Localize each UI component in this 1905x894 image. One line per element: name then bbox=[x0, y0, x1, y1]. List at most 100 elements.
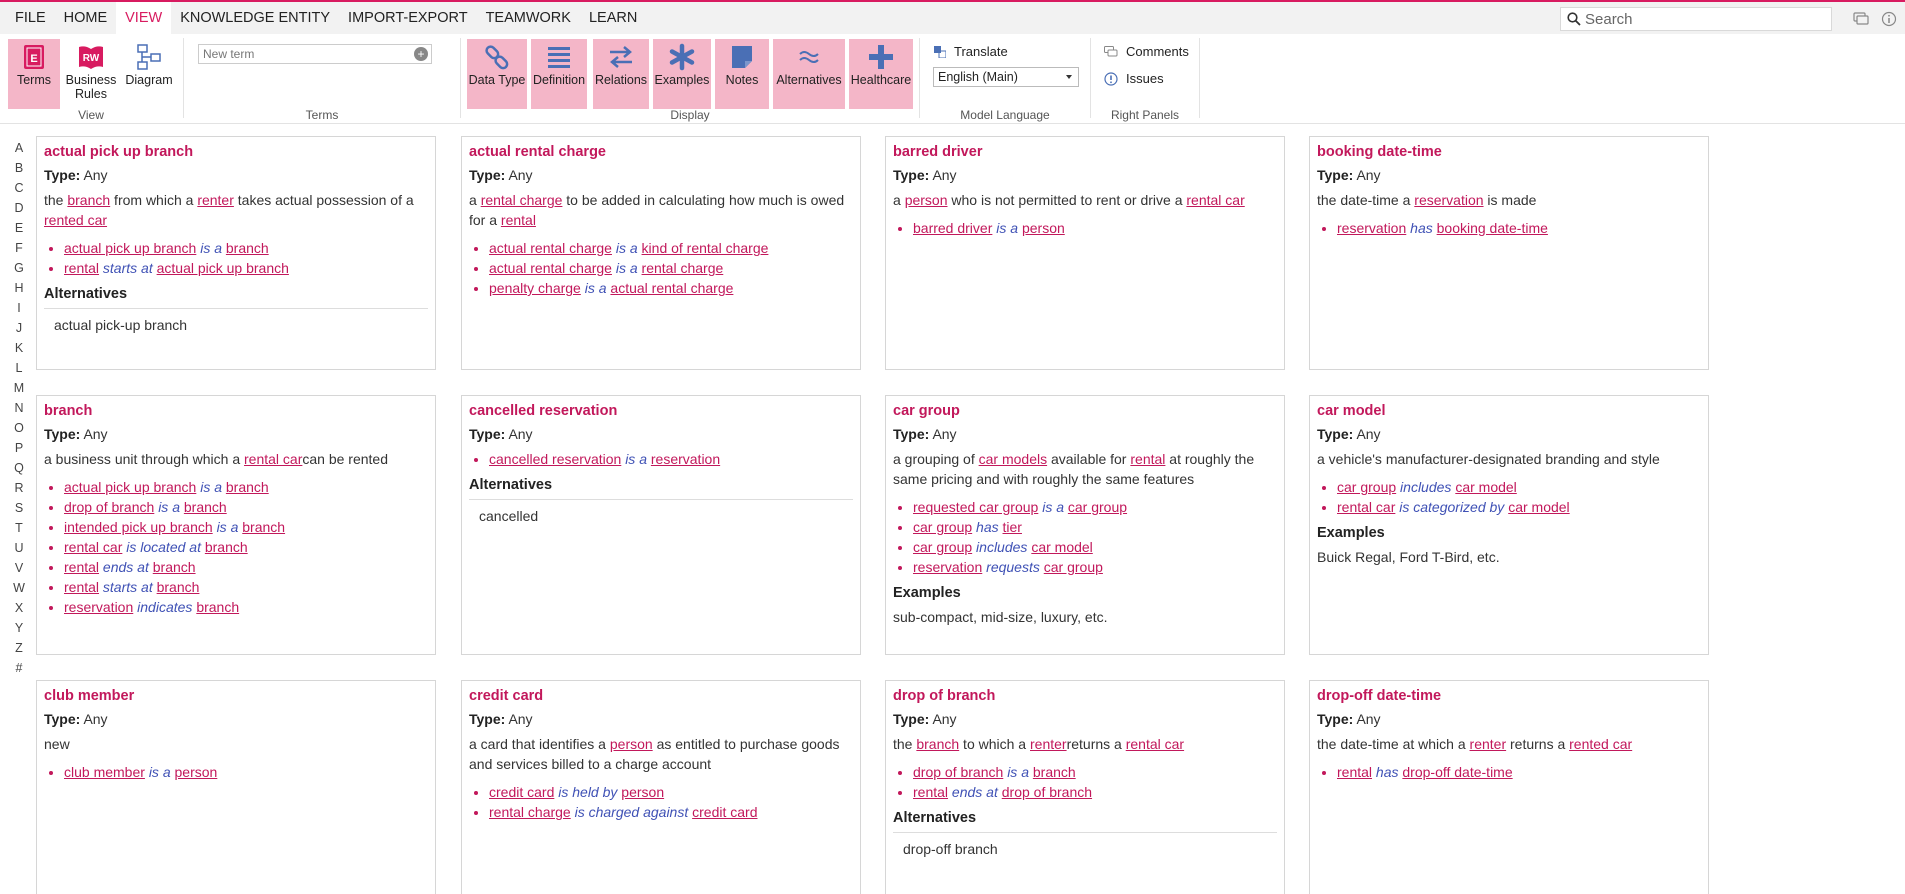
relation-subject-link[interactable]: actual pick up branch bbox=[64, 479, 196, 495]
terms-view-button[interactable]: E Terms bbox=[8, 39, 60, 109]
menu-view[interactable]: VIEW bbox=[116, 2, 172, 34]
alphabet-letter[interactable]: Q bbox=[12, 458, 26, 478]
relation-object-link[interactable]: person bbox=[1022, 220, 1065, 236]
relation-object-link[interactable]: booking date-time bbox=[1437, 220, 1548, 236]
term-title[interactable]: car model bbox=[1317, 403, 1701, 419]
relation-object-link[interactable]: car group bbox=[1068, 499, 1127, 515]
relation-object-link[interactable]: tier bbox=[1003, 519, 1022, 535]
relation-subject-link[interactable]: rental bbox=[64, 260, 99, 276]
alphabet-letter[interactable]: D bbox=[12, 198, 26, 218]
business-rules-button[interactable]: RW Business Rules bbox=[64, 39, 118, 109]
relation-subject-link[interactable]: actual pick up branch bbox=[64, 240, 196, 256]
relation-object-link[interactable]: credit card bbox=[692, 804, 757, 820]
definition-term-link[interactable]: rental bbox=[1130, 451, 1165, 467]
definition-term-link[interactable]: rental charge bbox=[481, 192, 563, 208]
relation-object-link[interactable]: branch bbox=[153, 559, 196, 575]
relation-subject-link[interactable]: rental bbox=[913, 784, 948, 800]
definition-term-link[interactable]: rental car bbox=[244, 451, 302, 467]
language-select[interactable]: English (Main) bbox=[933, 67, 1079, 87]
alphabet-letter[interactable]: I bbox=[12, 298, 26, 318]
relation-subject-link[interactable]: penalty charge bbox=[489, 280, 581, 296]
relation-subject-link[interactable]: rental bbox=[64, 559, 99, 575]
menu-teamwork[interactable]: TEAMWORK bbox=[477, 2, 580, 34]
alternatives-toggle[interactable]: Alternatives bbox=[773, 39, 845, 109]
alphabet-letter[interactable]: N bbox=[12, 398, 26, 418]
alphabet-letter[interactable]: V bbox=[12, 558, 26, 578]
examples-toggle[interactable]: Examples bbox=[653, 39, 711, 109]
comments-button[interactable]: Comments bbox=[1104, 44, 1189, 59]
data-type-toggle[interactable]: Data Type bbox=[467, 39, 527, 109]
definition-term-link[interactable]: renter bbox=[1470, 736, 1507, 752]
menu-knowledge-entity[interactable]: KNOWLEDGE ENTITY bbox=[171, 2, 339, 34]
relation-subject-link[interactable]: rental bbox=[64, 579, 99, 595]
definition-term-link[interactable]: rented car bbox=[44, 212, 107, 228]
relation-subject-link[interactable]: drop of branch bbox=[64, 499, 154, 515]
definition-term-link[interactable]: rental bbox=[501, 212, 536, 228]
relation-object-link[interactable]: actual rental charge bbox=[610, 280, 733, 296]
term-title[interactable]: branch bbox=[44, 403, 428, 419]
alphabet-letter[interactable]: A bbox=[12, 138, 26, 158]
relation-object-link[interactable]: car model bbox=[1455, 479, 1516, 495]
relation-subject-link[interactable]: requested car group bbox=[913, 499, 1038, 515]
info-icon[interactable] bbox=[1881, 11, 1897, 27]
relation-subject-link[interactable]: reservation bbox=[913, 559, 982, 575]
relation-object-link[interactable]: branch bbox=[205, 539, 248, 555]
relation-object-link[interactable]: rental charge bbox=[642, 260, 724, 276]
alphabet-letter[interactable]: T bbox=[12, 518, 26, 538]
healthcare-toggle[interactable]: Healthcare bbox=[849, 39, 913, 109]
relation-subject-link[interactable]: reservation bbox=[64, 599, 133, 615]
new-term-field[interactable]: New term + bbox=[198, 44, 432, 64]
relation-object-link[interactable]: branch bbox=[184, 499, 227, 515]
alphabet-letter[interactable]: J bbox=[12, 318, 26, 338]
search-input[interactable] bbox=[1585, 10, 1825, 28]
alphabet-letter[interactable]: U bbox=[12, 538, 26, 558]
relation-subject-link[interactable]: rental bbox=[1337, 764, 1372, 780]
definition-term-link[interactable]: renter bbox=[197, 192, 234, 208]
definition-term-link[interactable]: branch bbox=[67, 192, 110, 208]
term-title[interactable]: drop of branch bbox=[893, 688, 1277, 704]
term-title[interactable]: car group bbox=[893, 403, 1277, 419]
definition-term-link[interactable]: rented car bbox=[1569, 736, 1632, 752]
definition-term-link[interactable]: rental car bbox=[1126, 736, 1184, 752]
alphabet-letter[interactable]: # bbox=[12, 658, 26, 678]
definition-toggle[interactable]: Definition bbox=[531, 39, 587, 109]
relation-subject-link[interactable]: actual rental charge bbox=[489, 240, 612, 256]
definition-term-link[interactable]: rental car bbox=[1186, 192, 1244, 208]
relation-object-link[interactable]: car model bbox=[1508, 499, 1569, 515]
relation-object-link[interactable]: branch bbox=[226, 479, 269, 495]
term-title[interactable]: barred driver bbox=[893, 144, 1277, 160]
diagram-button[interactable]: Diagram bbox=[122, 39, 176, 109]
relation-object-link[interactable]: actual pick up branch bbox=[157, 260, 289, 276]
relation-subject-link[interactable]: rental charge bbox=[489, 804, 571, 820]
alphabet-letter[interactable]: Z bbox=[12, 638, 26, 658]
relation-object-link[interactable]: drop-off date-time bbox=[1402, 764, 1512, 780]
search-box[interactable] bbox=[1560, 7, 1832, 31]
relation-subject-link[interactable]: intended pick up branch bbox=[64, 519, 213, 535]
relation-subject-link[interactable]: car group bbox=[913, 539, 972, 555]
alphabet-letter[interactable]: O bbox=[12, 418, 26, 438]
relation-object-link[interactable]: branch bbox=[226, 240, 269, 256]
term-title[interactable]: booking date-time bbox=[1317, 144, 1701, 160]
relation-subject-link[interactable]: car group bbox=[1337, 479, 1396, 495]
relation-object-link[interactable]: branch bbox=[242, 519, 285, 535]
menu-file[interactable]: FILE bbox=[6, 2, 55, 34]
term-title[interactable]: actual rental charge bbox=[469, 144, 853, 160]
relation-subject-link[interactable]: cancelled reservation bbox=[489, 451, 621, 467]
definition-term-link[interactable]: car models bbox=[979, 451, 1047, 467]
alphabet-letter[interactable]: X bbox=[12, 598, 26, 618]
term-title[interactable]: actual pick up branch bbox=[44, 144, 428, 160]
relation-object-link[interactable]: branch bbox=[157, 579, 200, 595]
alphabet-letter[interactable]: M bbox=[12, 378, 26, 398]
relation-object-link[interactable]: drop of branch bbox=[1002, 784, 1092, 800]
relation-subject-link[interactable]: barred driver bbox=[913, 220, 992, 236]
relation-subject-link[interactable]: actual rental charge bbox=[489, 260, 612, 276]
translate-button[interactable]: Translate bbox=[934, 44, 1008, 59]
alphabet-letter[interactable]: E bbox=[12, 218, 26, 238]
relation-subject-link[interactable]: rental car bbox=[1337, 499, 1395, 515]
relation-subject-link[interactable]: credit card bbox=[489, 784, 554, 800]
term-title[interactable]: cancelled reservation bbox=[469, 403, 853, 419]
relation-object-link[interactable]: kind of rental charge bbox=[642, 240, 769, 256]
term-title[interactable]: credit card bbox=[469, 688, 853, 704]
relation-subject-link[interactable]: club member bbox=[64, 764, 145, 780]
alphabet-letter[interactable]: B bbox=[12, 158, 26, 178]
